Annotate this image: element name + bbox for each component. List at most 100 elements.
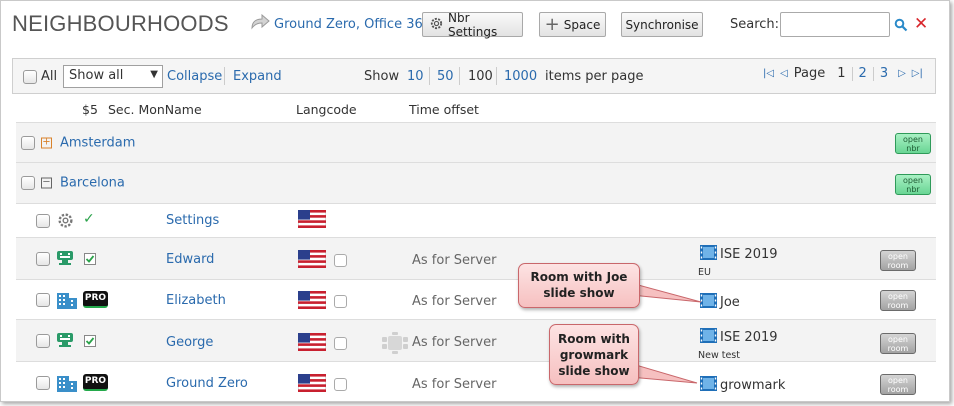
first-page-icon[interactable]: |◁ <box>763 68 774 79</box>
room-row-elizabeth: PRO Elizabeth As for Server Joe open roo… <box>16 279 936 319</box>
page-3[interactable]: 3 <box>880 66 888 81</box>
select-all-checkbox[interactable] <box>23 70 37 84</box>
room-name[interactable]: Ground Zero <box>166 376 248 391</box>
row-checkbox[interactable] <box>36 292 50 307</box>
nbr-settings-button[interactable]: Nbr Settings <box>422 10 523 39</box>
us-flag-icon <box>297 290 327 312</box>
callout-text: Room with Joe slide show <box>530 270 628 300</box>
room-face-icon <box>56 250 74 269</box>
arrow-icon <box>250 13 270 34</box>
divider <box>459 67 460 85</box>
room-name[interactable]: Settings <box>166 213 219 228</box>
page-title: NEIGHBOURHOODS <box>12 11 229 36</box>
neighbourhoods-panel: NEIGHBOURHOODS Ground Zero, Office 365 N… <box>0 0 950 402</box>
search-icon[interactable] <box>894 18 908 35</box>
filter-select[interactable]: Show all ▼ <box>63 65 163 88</box>
plus-icon: + <box>544 13 560 35</box>
slideshow-link[interactable]: growmark <box>700 376 785 395</box>
page-2[interactable]: 2 <box>859 66 867 81</box>
collapse-icon[interactable]: − <box>41 177 52 189</box>
page-size-10[interactable]: 10 <box>407 69 424 84</box>
room-row-george: George As for Server ISE 2019 New test o… <box>16 319 936 361</box>
open-nbr-button[interactable]: open nbr <box>895 133 931 154</box>
chevron-down-icon: ▼ <box>150 69 158 80</box>
row-checkbox[interactable] <box>36 213 50 228</box>
lang-checkbox[interactable] <box>334 295 347 308</box>
row-checkbox[interactable] <box>36 375 50 390</box>
room-name[interactable]: George <box>166 335 213 350</box>
show-label: Show <box>364 69 400 84</box>
page-size-1000[interactable]: 1000 <box>504 69 537 84</box>
open-nbr-button[interactable]: open nbr <box>895 174 931 195</box>
open-room-button[interactable]: open room <box>880 374 916 395</box>
us-flag-icon <box>297 332 327 354</box>
column-sec-monname: Sec. MonName <box>108 102 202 117</box>
room-name[interactable]: Elizabeth <box>166 293 226 308</box>
lang-checkbox[interactable] <box>334 378 347 391</box>
page-1: 1 <box>837 66 846 81</box>
us-flag-icon <box>297 373 327 395</box>
nbr-settings-label: Nbr Settings <box>448 10 498 39</box>
building-icon <box>56 290 78 313</box>
callout-pointer <box>631 282 702 303</box>
open-room-button[interactable]: open room <box>880 290 916 311</box>
location-label: Ground Zero, Office 365 <box>274 16 432 32</box>
prev-page-icon[interactable]: ◁ <box>780 68 788 79</box>
column-langcode: Langcode <box>296 102 357 117</box>
search-label: Search: <box>730 17 780 32</box>
slideshow-link[interactable]: Joe <box>700 293 740 312</box>
open-room-button[interactable]: open room <box>880 333 916 354</box>
collapse-link[interactable]: Collapse <box>167 69 222 84</box>
open-room-button[interactable]: open room <box>880 250 916 271</box>
list-toolbar: All Show all ▼ Collapse Expand Show 10 5… <box>12 58 936 94</box>
row-checkbox[interactable] <box>21 176 35 190</box>
expand-link[interactable]: Expand <box>233 69 282 84</box>
synchronise-button[interactable]: Synchronise <box>621 12 703 37</box>
checked-box-icon <box>84 253 96 268</box>
add-space-button[interactable]: + Space <box>539 12 606 37</box>
us-flag-icon <box>297 249 327 271</box>
slideshow-name: Joe <box>720 295 740 310</box>
expand-icon[interactable]: + <box>41 137 52 148</box>
filter-select-value: Show all <box>69 68 124 83</box>
select-all-label: All <box>41 69 58 84</box>
column-cost: $5 <box>82 102 98 117</box>
gear-icon <box>429 16 444 34</box>
time-offset-value: As for Server <box>412 377 497 392</box>
gear-icon <box>57 212 74 232</box>
location-link[interactable]: Ground Zero, Office 365 <box>250 13 432 34</box>
items-per-page-label: items per page <box>545 69 644 84</box>
slideshow-subtitle: EU <box>698 267 711 278</box>
group-name[interactable]: Amsterdam <box>60 135 135 150</box>
page-size-50[interactable]: 50 <box>437 69 454 84</box>
page-size-100[interactable]: 100 <box>468 69 493 84</box>
pager: |◁ ◁ Page 1 2 3 ▷ ▷| <box>763 66 923 81</box>
callout-joe: Room with Joe slide show <box>518 263 640 308</box>
us-flag-icon <box>297 209 327 231</box>
divider <box>872 66 874 81</box>
page-label: Page <box>793 66 826 81</box>
checkmark-icon: ✓ <box>83 211 95 227</box>
callout-text: Room with growmark slide show <box>558 332 630 378</box>
room-row-edward: Edward As for Server ISE 2019 EU open ro… <box>16 237 936 279</box>
film-icon <box>700 328 717 347</box>
lang-checkbox[interactable] <box>334 337 347 350</box>
row-checkbox[interactable] <box>36 251 50 266</box>
room-name[interactable]: Edward <box>166 252 214 267</box>
clear-search-icon[interactable]: ✕ <box>914 16 928 33</box>
slideshow-link[interactable]: ISE 2019 <box>700 245 778 264</box>
room-row-ground-zero: PRO Ground Zero As for Server growmark o… <box>16 361 936 401</box>
search-input[interactable] <box>780 12 890 37</box>
room-face-icon <box>56 332 74 351</box>
last-page-icon[interactable]: ▷| <box>912 68 923 79</box>
group-row-amsterdam: + Amsterdam open nbr <box>16 122 936 162</box>
row-checkbox[interactable] <box>36 333 50 348</box>
lang-checkbox[interactable] <box>334 254 347 267</box>
space-label: Space <box>563 17 601 32</box>
pro-badge-icon: PRO <box>83 291 108 308</box>
next-page-icon[interactable]: ▷ <box>898 68 906 79</box>
divider <box>851 66 853 81</box>
row-checkbox[interactable] <box>21 135 35 150</box>
slideshow-link[interactable]: ISE 2019 <box>700 328 778 347</box>
group-name[interactable]: Barcelona <box>60 176 125 191</box>
